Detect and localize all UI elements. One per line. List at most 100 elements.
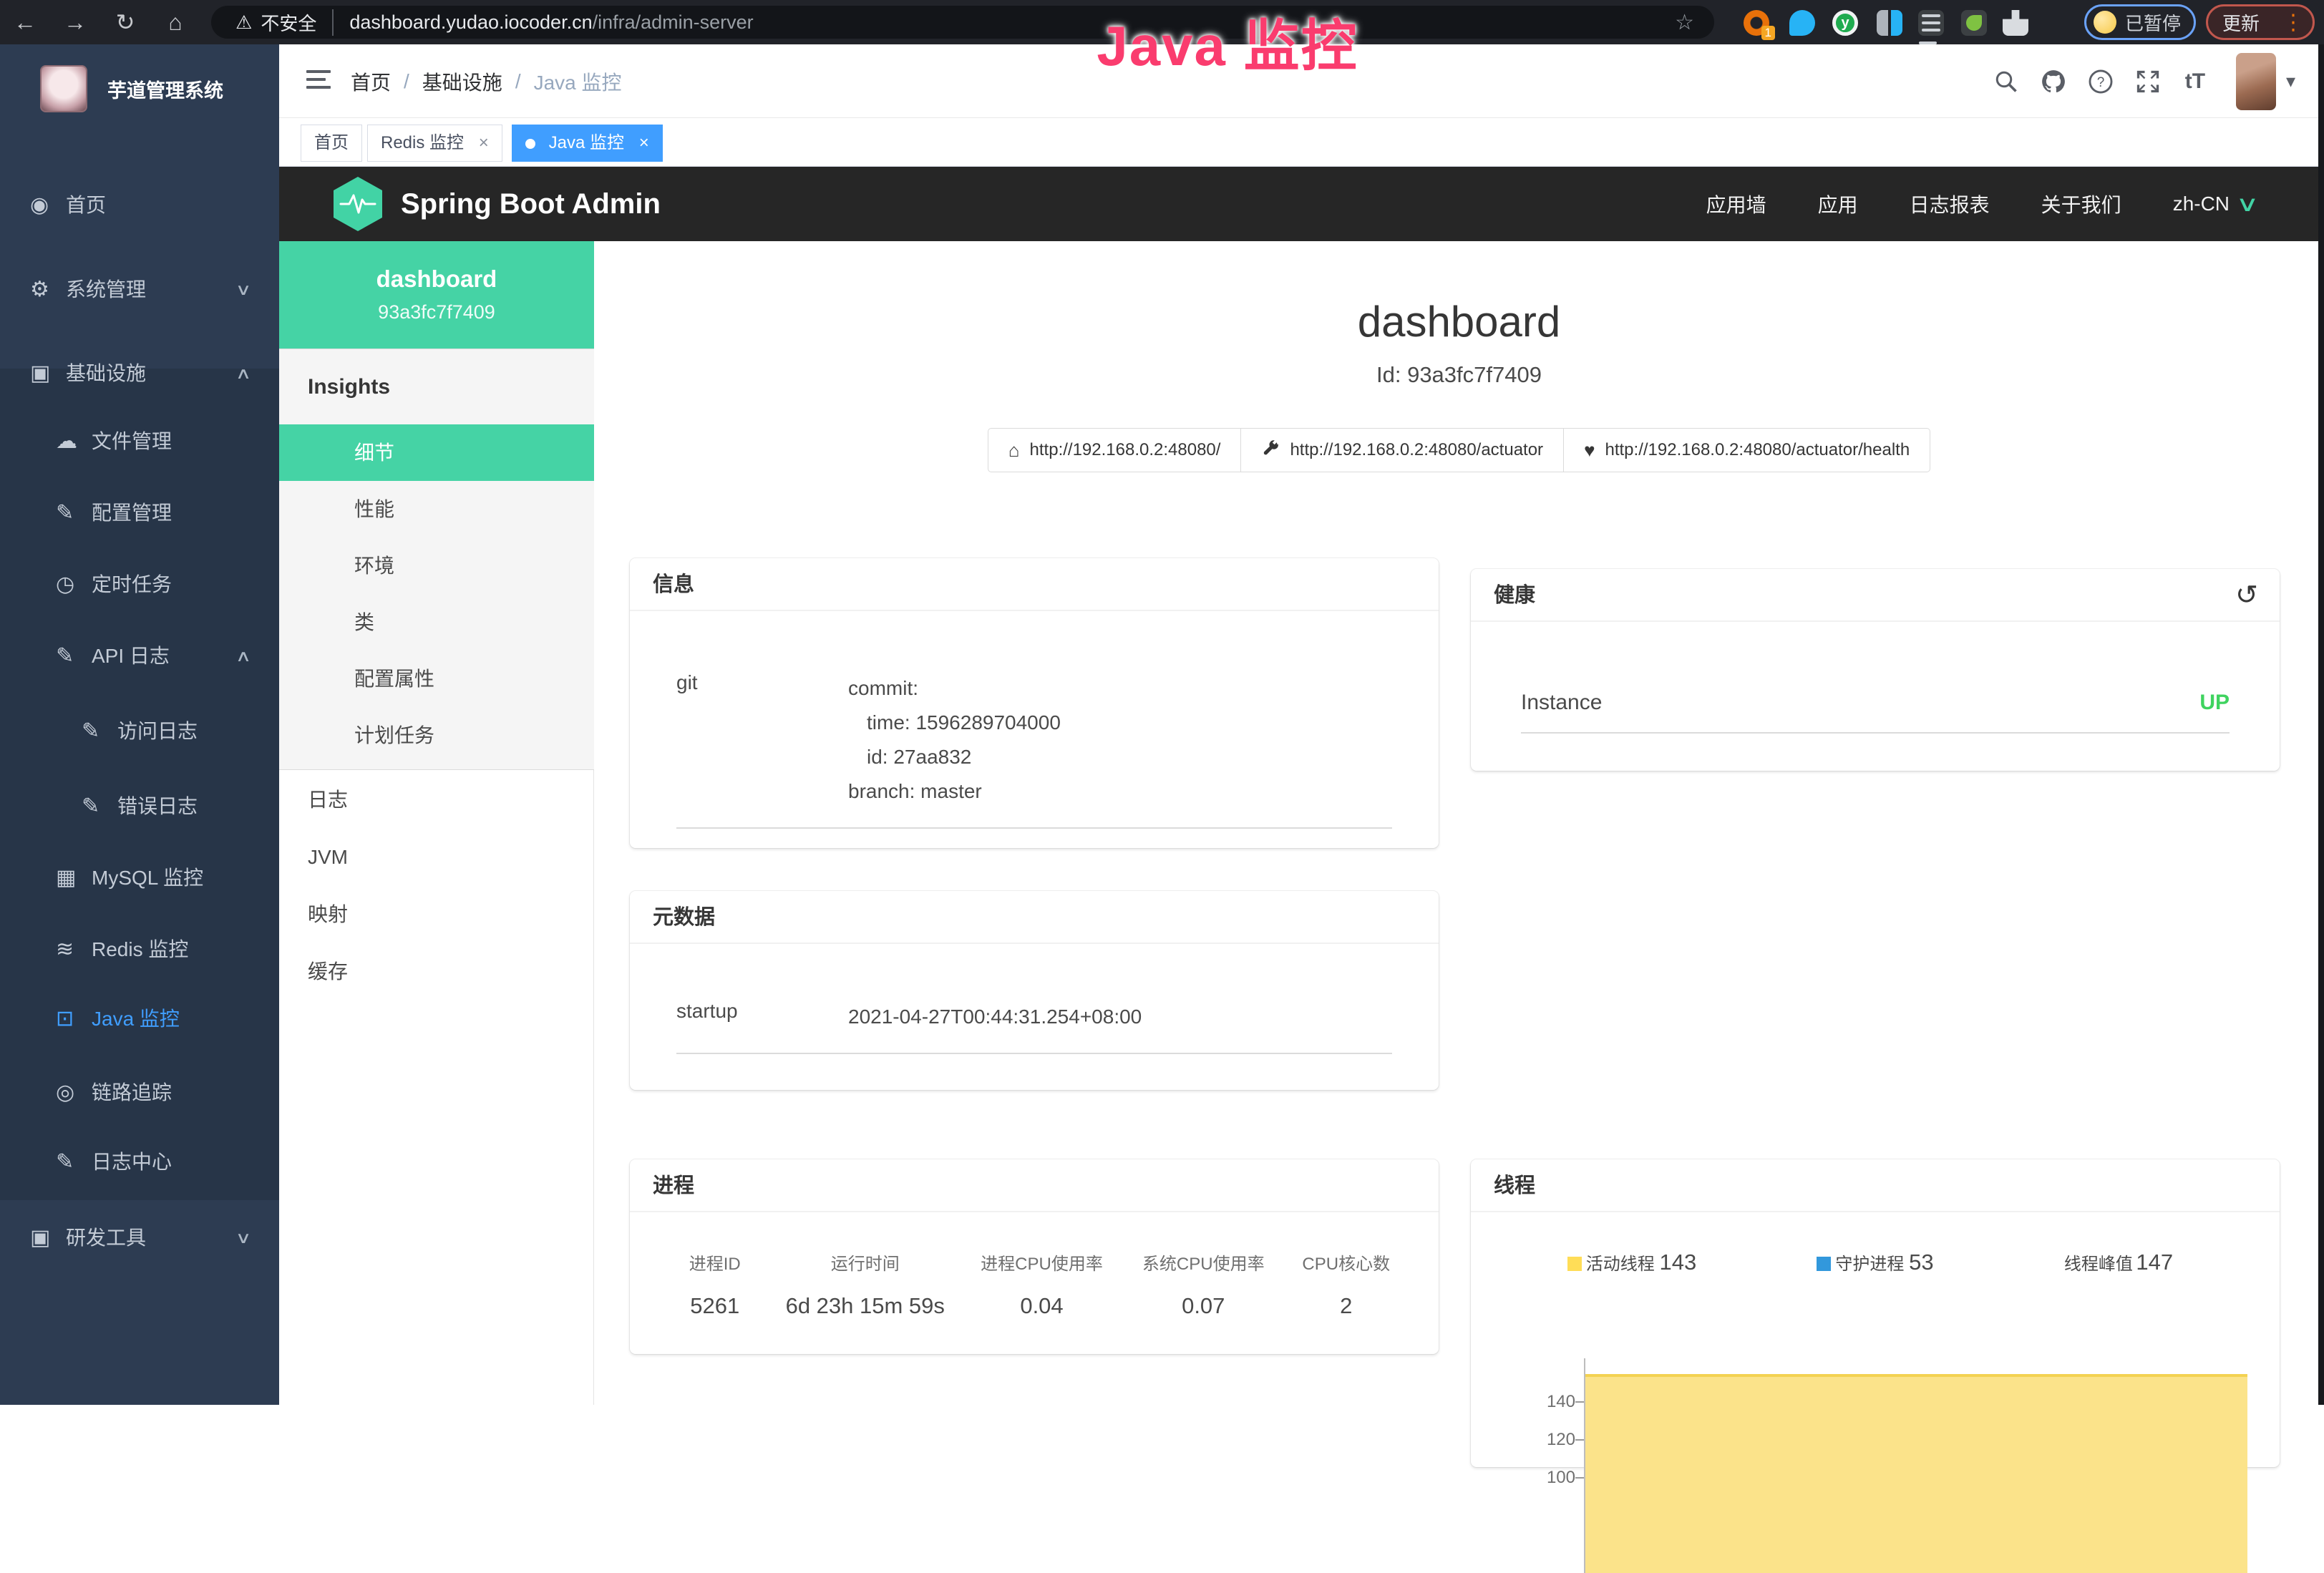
legend-live-threads: 活动线程 — [1567, 1255, 1660, 1274]
service-url-button[interactable]: ⌂ http://192.168.0.2:48080/ — [988, 428, 1242, 472]
user-avatar[interactable] — [2236, 53, 2276, 110]
dashboard-icon: ◉ — [30, 183, 49, 228]
browser-forward-icon[interactable]: → — [50, 9, 100, 36]
github-icon[interactable] — [2030, 68, 2077, 95]
tab-home[interactable]: 首页 — [301, 125, 362, 162]
health-url-button[interactable]: ♥ http://192.168.0.2:48080/actuator/heal… — [1564, 428, 1930, 472]
profile-paused-badge[interactable]: 已暂停 — [2084, 4, 2196, 40]
extension-icon-pin[interactable] — [1789, 10, 1815, 36]
card-metadata: 元数据 startup 2021-04-27T00:44:31.254+08:0… — [630, 891, 1439, 1090]
sba-menu-config-props[interactable]: 配置属性 — [279, 651, 594, 707]
user-menu-caret-icon[interactable]: ▾ — [2286, 70, 2295, 92]
sidebar-toggle-icon[interactable] — [306, 70, 331, 92]
sidebar-item-error-log[interactable]: ✎ 错误日志 — [0, 784, 279, 829]
breadcrumb-infrastructure[interactable]: 基础设施 — [422, 67, 502, 96]
sidebar-item-api-log[interactable]: ✎ API 日志 ∧ — [0, 634, 279, 678]
sidebar-item-config-mgmt[interactable]: ✎ 配置管理 — [0, 491, 279, 535]
tab-redis-monitor[interactable]: Redis 监控 × — [367, 125, 502, 162]
sidebar-item-infrastructure[interactable]: ▣ 基础设施 ∧ — [0, 351, 279, 396]
y-tick-120: 120 — [1489, 1430, 1575, 1450]
security-label[interactable]: 不安全 — [261, 9, 334, 36]
bookmark-star-icon[interactable]: ☆ — [1675, 10, 1694, 35]
help-icon[interactable]: ? — [2077, 68, 2124, 95]
process-value-proc-cpu: 0.04 — [959, 1293, 1124, 1319]
sidebar-item-tracing[interactable]: ◎ 链路追踪 — [0, 1071, 279, 1115]
sba-menu-mappings[interactable]: 映射 — [279, 886, 594, 943]
browser-home-icon[interactable]: ⌂ — [150, 9, 200, 36]
font-size-icon[interactable]: tT — [2172, 69, 2219, 94]
address-bar[interactable]: ⚠ 不安全 dashboard.yudao.iocoder.cn /infra/… — [211, 6, 1714, 39]
divider — [1521, 732, 2230, 734]
sidebar-item-log-center[interactable]: ✎ 日志中心 — [0, 1140, 279, 1184]
y-tick-140: 140 — [1489, 1392, 1575, 1412]
fullscreen-icon[interactable] — [2124, 69, 2172, 94]
sidebar-item-access-log[interactable]: ✎ 访问日志 — [0, 709, 279, 754]
breadcrumb-home[interactable]: 首页 — [351, 67, 391, 96]
tab-java-monitor[interactable]: Java 监控 × — [512, 125, 663, 162]
browser-update-button[interactable]: 更新 ⋮ — [2206, 4, 2315, 40]
threads-area-chart: 140 120 100 — [1471, 1370, 2280, 1467]
profile-emoji-avatar — [2094, 11, 2116, 34]
sba-menu-environment[interactable]: 环境 — [279, 537, 594, 594]
sba-instance-header[interactable]: dashboard 93a3fc7f7409 — [279, 241, 594, 349]
breadcrumb-current: Java 监控 — [534, 67, 622, 96]
sba-nav-applications[interactable]: 应用 — [1818, 190, 1858, 218]
page-instance-id: Id: 93a3fc7f7409 — [594, 362, 2324, 388]
browser-reload-icon[interactable]: ↻ — [100, 9, 150, 36]
sidebar-item-dev-tools[interactable]: ▣ 研发工具 ∨ — [0, 1216, 279, 1260]
chevron-up-icon: ∧ — [235, 351, 252, 396]
instance-name: dashboard — [279, 266, 594, 293]
extension-icon-green-y[interactable]: y — [1832, 10, 1858, 36]
extensions-puzzle-icon[interactable] — [2003, 10, 2028, 36]
close-tab-icon[interactable]: × — [639, 133, 649, 152]
sidebar-item-scheduled-jobs[interactable]: ◷ 定时任务 — [0, 563, 279, 607]
process-header-pid: 进程ID — [658, 1250, 772, 1275]
sba-menu-caches[interactable]: 缓存 — [279, 943, 594, 1000]
sba-menu-details[interactable]: 细节 — [279, 424, 594, 481]
sidebar-item-system-mgmt[interactable]: ⚙ 系统管理 ∨ — [0, 268, 279, 312]
extension-icon-grid[interactable] — [1877, 10, 1902, 36]
sidebar-item-file-mgmt[interactable]: ☁ 文件管理 — [0, 419, 279, 464]
y-tick-100: 100 — [1489, 1468, 1575, 1488]
extension-icon-list[interactable]: on — [1918, 10, 1944, 36]
chevron-up-icon: ∧ — [235, 634, 252, 678]
sba-menu-classes[interactable]: 类 — [279, 594, 594, 651]
log-edit-icon: ✎ — [82, 784, 99, 829]
history-icon[interactable]: ↺ — [2235, 569, 2258, 622]
card-info-title: 信息 — [630, 558, 1439, 611]
security-warning-icon: ⚠ — [235, 11, 252, 34]
browser-menu-kebab-icon[interactable]: ⋮ — [2282, 10, 2304, 35]
sba-locale-select[interactable]: zh-CN ∨ — [2173, 192, 2255, 217]
sba-brand-title[interactable]: Spring Boot Admin — [401, 188, 661, 220]
sba-nav-about[interactable]: 关于我们 — [2041, 190, 2121, 218]
spring-boot-admin-logo[interactable] — [334, 177, 382, 231]
card-threads-title: 线程 — [1471, 1159, 2280, 1212]
info-git-row: git commit: time: 1596289704000 id: 27aa… — [630, 671, 1439, 809]
sidebar-item-mysql-monitor[interactable]: ▦ MySQL 监控 — [0, 856, 279, 900]
clock-icon: ◷ — [56, 563, 74, 607]
sba-menu-metrics[interactable]: 性能 — [279, 481, 594, 537]
extension-on-badge: on — [1919, 42, 1937, 44]
metadata-value: 2021-04-27T00:44:31.254+08:00 — [848, 1000, 1392, 1034]
sba-menu-jvm[interactable]: JVM — [279, 829, 594, 886]
actuator-url-button[interactable]: http://192.168.0.2:48080/actuator — [1241, 428, 1564, 472]
sba-nav-wallboard[interactable]: 应用墙 — [1706, 190, 1766, 218]
sba-menu-logs[interactable]: 日志 — [279, 771, 594, 829]
sidebar-item-redis-monitor[interactable]: ≋ Redis 监控 — [0, 927, 279, 972]
extension-icon-orange[interactable]: 1 — [1744, 10, 1769, 36]
browser-back-icon[interactable]: ← — [0, 9, 50, 36]
metadata-startup-row: startup 2021-04-27T00:44:31.254+08:00 — [630, 1000, 1439, 1034]
sba-menu-scheduled-tasks[interactable]: 计划任务 — [279, 707, 594, 764]
process-header-uptime: 运行时间 — [772, 1250, 960, 1275]
extension-icon-leaf[interactable] — [1961, 10, 1987, 36]
app-brand[interactable]: 芋道管理系统 — [0, 53, 279, 125]
search-icon[interactable] — [1983, 69, 2030, 94]
gear-icon: ⚙ — [30, 268, 49, 312]
close-tab-icon[interactable]: × — [479, 133, 489, 152]
sidebar-item-home[interactable]: ◉ 首页 — [0, 183, 279, 228]
sba-nav-journal[interactable]: 日志报表 — [1910, 190, 1990, 218]
process-value-cpus: 2 — [1283, 1293, 1411, 1319]
sidebar-item-java-monitor[interactable]: ⊡ Java 监控 — [0, 997, 279, 1041]
window-edge — [2318, 44, 2324, 1405]
monitor-icon: ▣ — [30, 351, 50, 396]
